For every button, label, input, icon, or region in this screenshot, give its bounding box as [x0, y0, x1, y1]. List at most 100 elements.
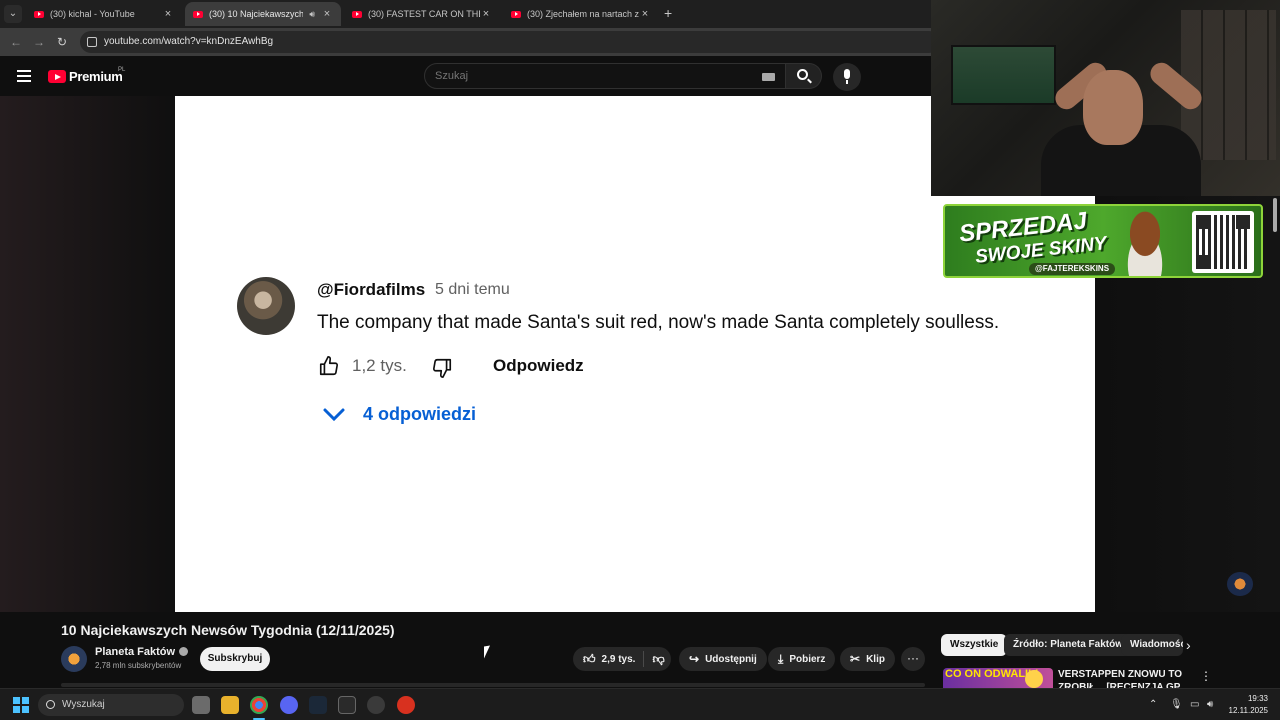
comment-author: @Fiordafilms [317, 280, 426, 299]
webcam-overlay [931, 0, 1280, 196]
subscribe-button[interactable]: Subskrybuj [200, 647, 270, 671]
replies-count-label: 4 odpowiedzi [363, 404, 477, 424]
chevron-right-icon[interactable]: › [1186, 637, 1191, 653]
windows-taskbar: Wyszukaj ⌃ 🎙︎ ▭ 🔊︎ 19:33 12.11.2025 [0, 688, 1280, 720]
comment-like-count: 1,2 tys. [352, 356, 407, 375]
recommendation-thumbnail[interactable]: CO ON ODWALIŁ! [943, 668, 1053, 688]
like-dislike-group: 👍︎ 2,9 tys. 👎︎ [573, 647, 671, 671]
share-arrow-icon: ↪ [689, 652, 700, 666]
tab-search-button[interactable]: ⌄ [4, 5, 22, 23]
comment-timestamp: 5 dni temu [435, 281, 510, 298]
app-red-icon[interactable] [397, 696, 415, 714]
keyboard-icon[interactable] [762, 73, 775, 81]
thumbnail-face [1025, 670, 1043, 688]
tab-close-icon[interactable]: × [480, 8, 492, 20]
clock-date[interactable]: 12.11.2025 [1228, 706, 1268, 715]
tab-label: (30) Zjechałem na nartach z Mo [527, 9, 639, 19]
forward-arrow-icon[interactable]: → [33, 35, 45, 49]
download-button[interactable]: ⤓ Pobierz [768, 647, 836, 671]
reload-icon[interactable]: ↻ [57, 35, 67, 49]
streamer-head [1083, 70, 1143, 145]
steam-icon[interactable] [309, 696, 327, 714]
search-input[interactable] [435, 70, 735, 82]
region-code: PL [118, 67, 126, 73]
qr-code [1192, 211, 1254, 273]
search-icon [46, 700, 55, 709]
tab-close-icon[interactable]: × [639, 8, 651, 20]
taskbar-search-label: Wyszukaj [62, 699, 105, 710]
tab-narty[interactable]: (30) Zjechałem na nartach z Mo × [503, 2, 659, 26]
tab-label: (30) FASTEST CAR ON THE PLANET [368, 9, 480, 19]
channel-avatar[interactable] [61, 646, 87, 672]
xbox-icon[interactable] [338, 696, 356, 714]
address-bar[interactable]: youtube.com/watch?v=knDnzEAwhBg [80, 31, 940, 53]
tray-expand-icon[interactable]: ⌃ [1149, 699, 1157, 710]
microphone-tray-icon[interactable]: 🎙︎ [1170, 699, 1183, 710]
planet-logo-watermark [1227, 572, 1253, 596]
page-scrollbar[interactable] [1273, 198, 1277, 232]
file-explorer-icon[interactable] [221, 696, 239, 714]
youtube-logo-icon[interactable] [48, 70, 66, 83]
video-title: 10 Najciekawszych Newsów Tygodnia (12/11… [61, 622, 395, 638]
youtube-brand-label[interactable]: Premium [69, 69, 123, 84]
tab-kichal[interactable]: (30) kichal - YouTube × [26, 2, 182, 26]
more-actions-icon[interactable]: ··· [901, 647, 925, 671]
search-button[interactable] [786, 63, 822, 89]
tab-close-icon[interactable]: × [321, 8, 333, 20]
share-button[interactable]: ↪ Udostępnij [679, 647, 767, 671]
thumbs-up-icon [319, 356, 339, 376]
replies-toggle: 4 odpowiedzi [321, 404, 476, 425]
youtube-favicon-icon [352, 10, 362, 18]
divider [643, 651, 645, 667]
recommendation-title[interactable]: VERSTAPPEN ZNOWU TO [1058, 669, 1182, 680]
new-tab-plus-icon[interactable]: + [664, 5, 672, 21]
channel-name[interactable]: Planeta Faktów [95, 646, 189, 658]
thumbs-down-icon [432, 358, 452, 378]
banner-dog-illustration [1115, 210, 1175, 276]
taskbar-search[interactable]: Wyszukaj [38, 694, 184, 716]
menu-hamburger-icon[interactable] [17, 70, 31, 82]
windows-start-icon[interactable] [13, 697, 29, 713]
network-icon[interactable]: ▭ [1190, 699, 1199, 710]
thumbs-up-icon[interactable]: 👍︎ [583, 652, 596, 667]
site-info-icon[interactable] [87, 37, 97, 47]
clip-button[interactable]: ✂ Klip [840, 647, 895, 671]
discord-icon[interactable] [280, 696, 298, 714]
chevron-down-icon [323, 408, 345, 421]
background-aquarium [951, 45, 1056, 105]
youtube-favicon-icon [193, 10, 203, 18]
task-view-icon[interactable] [192, 696, 210, 714]
chip-news[interactable]: Wiadomości [1121, 634, 1183, 656]
tab-fastest-car[interactable]: (30) FASTEST CAR ON THE PLANET × [344, 2, 500, 26]
obs-icon[interactable] [367, 696, 385, 714]
search-icon [797, 69, 808, 80]
background-shelf [1181, 10, 1276, 160]
voice-search-button[interactable] [833, 63, 861, 91]
verified-icon [179, 647, 189, 656]
subscriber-count: 2,78 mln subskrybentów [95, 661, 182, 670]
thumbs-down-icon[interactable]: 👎︎ [652, 652, 664, 667]
sponsor-banner: SPRZEDAJ SWOJE SKINY @FAJTEREKSKINS [943, 204, 1263, 278]
url-text: youtube.com/watch?v=knDnzEAwhBg [104, 36, 274, 47]
tab-najciekawsze-newsy[interactable]: (30) 10 Najciekawszych Newsów 🔊︎ × [185, 2, 341, 26]
chip-source-channel[interactable]: Źródło: Planeta Faktów [1004, 634, 1133, 656]
recommendation-menu-icon[interactable]: ⋮ [1200, 669, 1212, 683]
tab-close-icon[interactable]: × [162, 8, 174, 20]
clip-label: Klip [866, 653, 885, 665]
channel-name-label: Planeta Faktów [95, 646, 176, 658]
chrome-icon[interactable] [250, 696, 268, 714]
share-label: Udostępnij [705, 653, 757, 665]
clock-time[interactable]: 19:33 [1240, 694, 1268, 703]
download-icon: ⤓ [778, 651, 784, 666]
tab-label: (30) kichal - YouTube [50, 9, 135, 19]
banner-handle: @FAJTEREKSKINS [1029, 263, 1116, 275]
chip-all[interactable]: Wszystkie [941, 634, 1008, 656]
search-box[interactable] [424, 63, 786, 89]
speaker-icon[interactable]: 🔊︎ [309, 9, 315, 20]
mouse-cursor [484, 645, 490, 659]
video-like-count[interactable]: 2,9 tys. [602, 654, 636, 665]
back-arrow-icon[interactable]: ← [10, 35, 22, 49]
volume-icon[interactable]: 🔊︎ [1207, 699, 1213, 710]
youtube-favicon-icon [511, 10, 521, 18]
comment-text: The company that made Santa's suit red, … [317, 312, 1000, 333]
